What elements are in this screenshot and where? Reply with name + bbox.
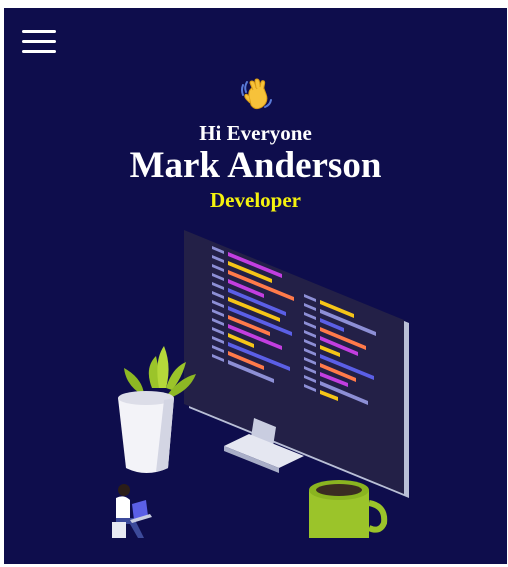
hamburger-menu-button[interactable] [22,30,56,56]
greeting-text: Hi Everyone [199,121,312,145]
menu-bar-middle [22,40,56,43]
menu-bar-bottom [22,50,56,53]
person-name: Mark Anderson [129,145,382,186]
menu-bar-top [22,30,56,33]
hero-section: Hi Everyone Mark Anderson Developer [4,8,507,564]
role-text: Developer [210,188,301,212]
plant-icon [118,346,196,473]
coffee-mug-icon [309,480,388,538]
hero-text: Hi Everyone Mark Anderson Developer [4,78,507,213]
developer-desk-illustration [112,230,409,538]
person-at-laptop-icon [112,484,152,538]
waving-hand-icon [240,78,272,110]
